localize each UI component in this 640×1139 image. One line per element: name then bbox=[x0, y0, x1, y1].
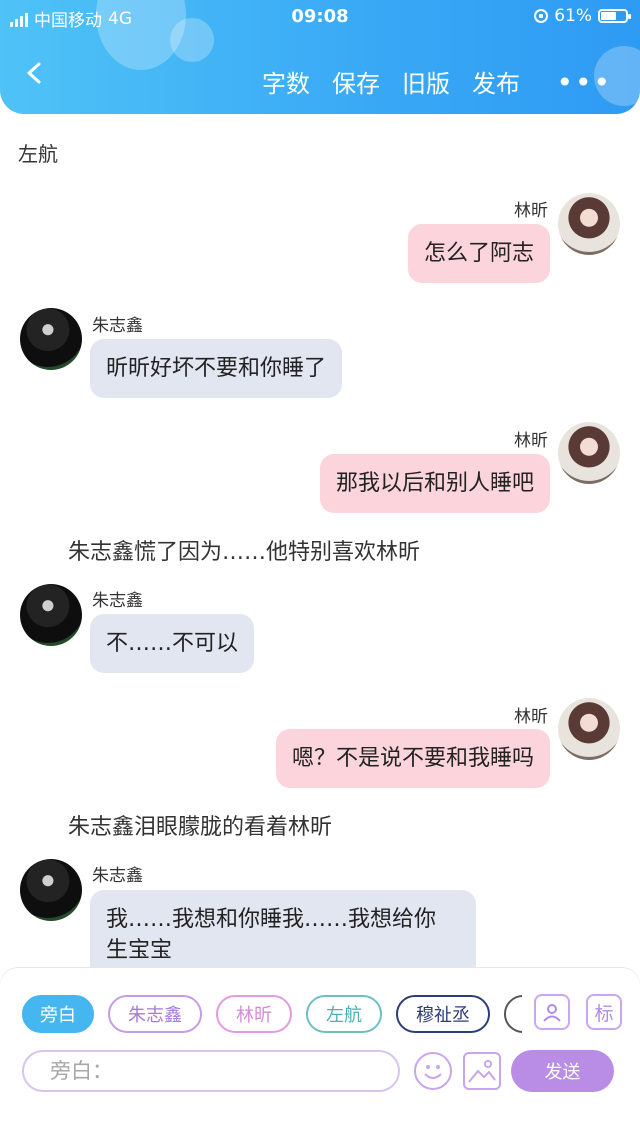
role-chip-zuo-hang[interactable]: 左航 bbox=[306, 995, 382, 1033]
battery-icon bbox=[598, 9, 631, 23]
message-bubble[interactable]: 昕昕好坏不要和你睡了 bbox=[90, 339, 343, 398]
role-chip-zhu-zhixin[interactable]: 朱志鑫 bbox=[108, 995, 202, 1033]
tag-button[interactable]: 标 bbox=[586, 994, 622, 1030]
message-bubble[interactable]: 嗯？不是说不要和我睡吗 bbox=[275, 729, 550, 788]
status-bar: 中国移动 4G 09:08 61% bbox=[0, 6, 640, 31]
sender-name: 林昕 bbox=[514, 201, 548, 221]
role-chip-lin-xin[interactable]: 林昕 bbox=[216, 995, 292, 1033]
send-button[interactable]: 发送 bbox=[511, 1050, 614, 1092]
battery-percent: 61% bbox=[554, 6, 592, 26]
sender-name: 林昕 bbox=[514, 431, 548, 451]
status-right: 61% bbox=[534, 6, 631, 26]
narration-text: 朱志鑫泪眼朦胧的看着林昕 bbox=[68, 815, 333, 840]
more-options-button[interactable]: ••• bbox=[556, 66, 612, 99]
composer-panel: 旁白 朱志鑫 林昕 左航 穆祉丞 标 发送 bbox=[0, 968, 640, 1139]
role-chip-mu-zhicheng[interactable]: 穆祉丞 bbox=[396, 995, 490, 1033]
avatar[interactable] bbox=[558, 422, 620, 484]
narration-text: 朱志鑫慌了因为……他特别喜欢林昕 bbox=[68, 540, 421, 565]
old-version-button[interactable]: 旧版 bbox=[402, 64, 450, 99]
person-card-icon[interactable] bbox=[534, 994, 570, 1030]
avatar[interactable] bbox=[558, 193, 620, 255]
narration-text: 左航 bbox=[18, 142, 58, 166]
sender-name: 朱志鑫 bbox=[92, 591, 143, 611]
message-bubble[interactable]: 那我以后和别人睡吧 bbox=[319, 454, 550, 513]
avatar[interactable] bbox=[20, 859, 82, 921]
role-chip-partial[interactable] bbox=[504, 995, 522, 1033]
avatar[interactable] bbox=[20, 308, 82, 370]
sender-name: 林昕 bbox=[514, 707, 548, 727]
role-chip-narrator[interactable]: 旁白 bbox=[22, 995, 94, 1033]
header-nav: 字数 保存 旧版 发布 bbox=[262, 64, 520, 99]
save-button[interactable]: 保存 bbox=[332, 64, 380, 99]
message-input[interactable] bbox=[22, 1050, 400, 1092]
avatar[interactable] bbox=[558, 698, 620, 760]
message-bubble[interactable]: 我……我想和你睡我……我想给你 生宝宝 bbox=[90, 890, 476, 970]
sender-name: 朱志鑫 bbox=[92, 316, 143, 336]
chat-area[interactable]: 左航 林昕 怎么了阿志 朱志鑫 昕昕好坏不要和你睡了 林昕 那我以后和别人睡吧 … bbox=[0, 114, 640, 970]
role-selector: 旁白 朱志鑫 林昕 左航 穆祉丞 bbox=[22, 995, 522, 1037]
back-arrow-icon[interactable] bbox=[24, 62, 46, 84]
message-bubble[interactable]: 不……不可以 bbox=[90, 614, 255, 673]
avatar[interactable] bbox=[20, 584, 82, 646]
app-header: 中国移动 4G 09:08 61% 字数 保存 旧版 发布 ••• bbox=[0, 0, 640, 114]
message-bubble[interactable]: 怎么了阿志 bbox=[407, 224, 550, 283]
rotation-lock-icon bbox=[534, 9, 549, 23]
publish-button[interactable]: 发布 bbox=[472, 64, 520, 99]
sender-name: 朱志鑫 bbox=[92, 866, 143, 886]
image-icon[interactable] bbox=[463, 1052, 501, 1090]
word-count-button[interactable]: 字数 bbox=[262, 64, 310, 99]
smiley-icon[interactable] bbox=[414, 1052, 452, 1090]
